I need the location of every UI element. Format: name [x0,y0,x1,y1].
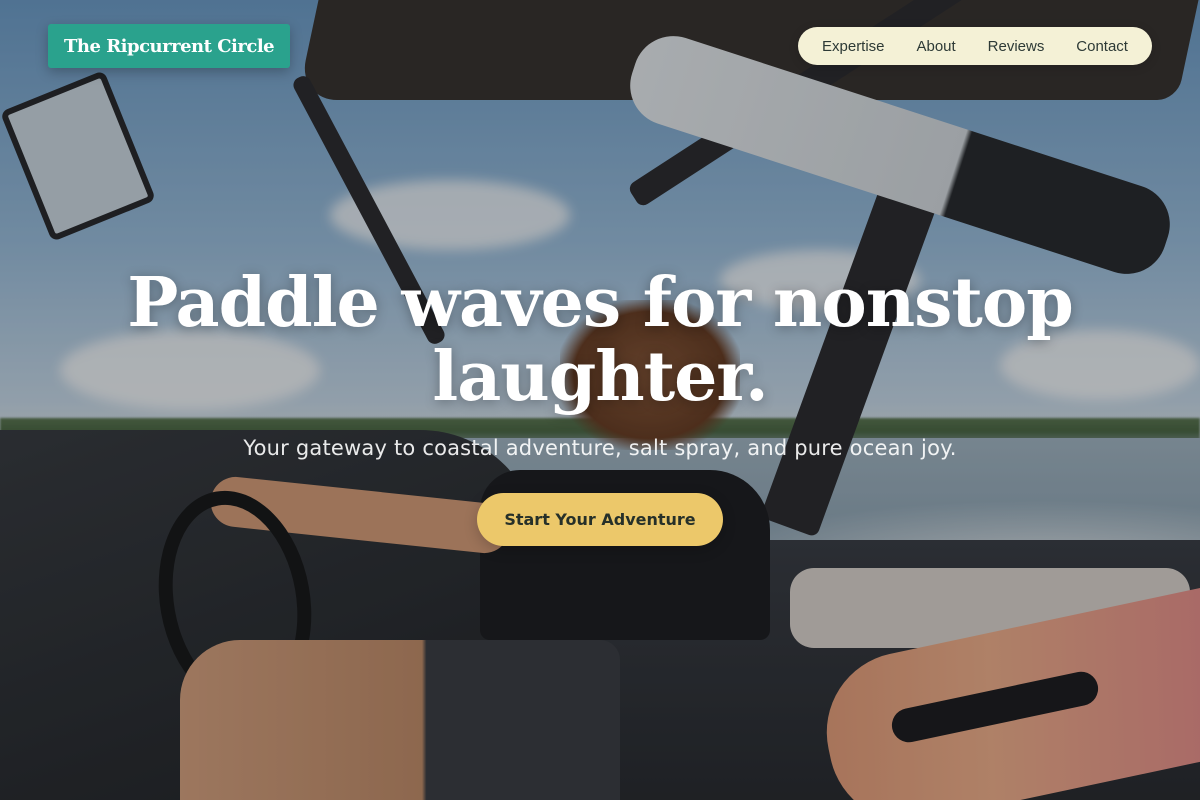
nav-item-reviews[interactable]: Reviews [988,38,1045,55]
hero-headline: Paddle waves for nonstop laughter. [127,263,1074,417]
nav-item-about[interactable]: About [916,38,955,55]
hero-subheadline: Your gateway to coastal adventure, salt … [243,436,957,460]
nav-item-expertise[interactable]: Expertise [822,38,885,55]
brand-logo[interactable]: The Ripcurrent Circle [48,24,291,68]
nav-item-contact[interactable]: Contact [1076,38,1128,55]
main-nav: Expertise About Reviews Contact [798,27,1152,65]
start-adventure-button[interactable]: Start Your Adventure [477,493,723,546]
